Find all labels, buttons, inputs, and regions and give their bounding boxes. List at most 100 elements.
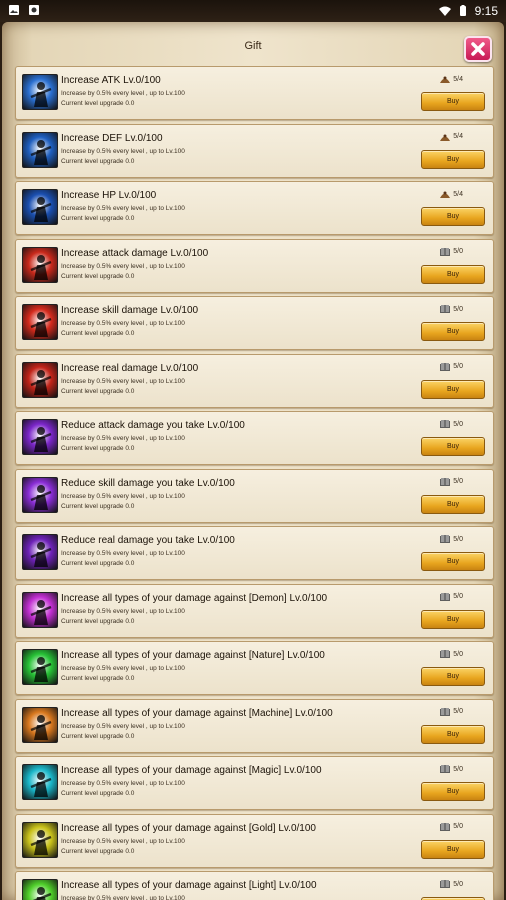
item-title: Increase all types of your damage agains… (61, 822, 316, 834)
item-title: Increase HP Lv.0/100 (61, 190, 157, 201)
item-title: Increase all types of your damage agains… (61, 707, 333, 719)
item-cost: 5/4 (439, 189, 463, 199)
buy-button[interactable]: Buy (421, 552, 485, 571)
book-icon (439, 879, 451, 889)
list-item: Reduce skill damage you take Lv.0/100 Inc… (15, 468, 494, 523)
list-item: Increase DEF Lv.0/100 Increase by 0.5% ev… (15, 123, 494, 178)
item-description: Increase by 0.5% every level , up to Lv.… (61, 722, 185, 730)
buy-button[interactable]: Buy (421, 494, 485, 514)
list-item: Increase all types of your damage agains… (15, 813, 494, 868)
buy-button[interactable]: Buy (421, 437, 485, 456)
item-cost: 5/0 (439, 534, 463, 544)
list-item: Increase real damage Lv.0/100 Increase by… (15, 353, 494, 408)
item-description: Increase by 0.5% every level , up to Lv.… (61, 205, 185, 212)
item-upgrade-text: Current level upgrade 0.0 (61, 272, 135, 280)
item-description: Increase by 0.5% every level , up to Lv.… (61, 147, 185, 155)
buy-button[interactable]: Buy (421, 379, 485, 399)
item-cost-value: 5/0 (453, 363, 463, 370)
buy-button[interactable]: Buy (421, 609, 485, 629)
item-cost-value: 5/4 (453, 190, 463, 198)
item-description: Increase by 0.5% every level , up to Lv.… (61, 665, 185, 672)
item-title: Increase real damage Lv.0/100 (61, 362, 199, 374)
demon-warrior-icon (22, 591, 58, 628)
list-item: Reduce real damage you take Lv.0/100 Incr… (15, 526, 494, 580)
item-title: Increase all types of your damage agains… (61, 650, 325, 661)
reduce-real-icon (22, 534, 58, 570)
item-title: Increase ATK Lv.0/100 (61, 75, 161, 86)
item-description: Increase by 0.5% every level , up to Lv.… (61, 895, 185, 900)
item-upgrade-text: Current level upgrade 0.0 (61, 330, 135, 337)
buy-button[interactable]: Buy (421, 92, 485, 111)
book-icon (439, 649, 451, 659)
sand-pile-icon (439, 189, 451, 199)
item-cost-value: 5/0 (453, 420, 463, 428)
magic-warrior-icon (22, 764, 58, 800)
item-title: Reduce skill damage you take Lv.0/100 (61, 477, 235, 489)
item-cost: 5/0 (439, 362, 463, 372)
item-cost-value: 5/4 (453, 133, 463, 140)
item-upgrade-text: Current level upgrade 0.0 (61, 617, 135, 625)
nature-warrior-icon (22, 649, 58, 685)
gold-warrior-icon (22, 821, 58, 858)
item-description: Increase by 0.5% every level , up to Lv.… (61, 550, 185, 557)
item-upgrade-text: Current level upgrade 0.0 (61, 387, 135, 395)
item-upgrade-text: Current level upgrade 0.0 (61, 502, 135, 510)
list-item: Increase all types of your damage agains… (15, 871, 494, 900)
wifi-icon (438, 5, 451, 17)
item-cost-value: 5/4 (453, 75, 463, 83)
book-icon (439, 707, 451, 717)
item-description: Increase by 0.5% every level , up to Lv.… (61, 492, 185, 500)
item-title: Increase DEF Lv.0/100 (61, 132, 163, 144)
sand-pile-icon (439, 74, 451, 84)
item-cost: 5/0 (439, 477, 463, 487)
item-cost-value: 5/0 (453, 593, 463, 600)
buy-button[interactable]: Buy (421, 724, 485, 744)
item-cost: 5/0 (439, 879, 463, 889)
real-damage-icon (22, 361, 58, 398)
list-item: Increase skill damage Lv.0/100 Increase b… (15, 296, 494, 350)
item-cost-value: 5/0 (453, 305, 463, 313)
sand-pile-icon (439, 132, 451, 142)
item-description: Increase by 0.5% every level , up to Lv.… (61, 320, 185, 327)
item-cost: 5/0 (439, 649, 463, 659)
item-cost: 5/0 (439, 304, 463, 314)
item-title: Reduce attack damage you take Lv.0/100 (61, 420, 245, 431)
atk-sword-icon (22, 74, 58, 110)
close-icon (471, 42, 485, 56)
item-cost-value: 5/0 (453, 823, 463, 830)
buy-button[interactable]: Buy (421, 264, 485, 284)
status-bar: 9:15 (0, 0, 506, 22)
item-cost-value: 5/0 (453, 880, 463, 888)
item-upgrade-text: Current level upgrade 0.0 (61, 445, 135, 452)
item-title: Increase all types of your damage agains… (61, 880, 317, 891)
item-description: Increase by 0.5% every level , up to Lv.… (61, 90, 185, 97)
buy-button[interactable]: Buy (421, 782, 485, 801)
item-description: Increase by 0.5% every level , up to Lv.… (61, 435, 185, 442)
buy-button[interactable]: Buy (421, 149, 485, 169)
list-item: Increase all types of your damage agains… (15, 698, 494, 753)
close-button[interactable] (464, 36, 492, 62)
item-cost-value: 5/0 (453, 248, 463, 255)
item-description: Increase by 0.5% every level , up to Lv.… (61, 607, 185, 615)
item-cost: 5/0 (439, 592, 463, 602)
book-icon (439, 764, 451, 774)
item-cost-value: 5/0 (453, 708, 463, 715)
machine-warrior-icon (22, 706, 58, 743)
item-title: Increase all types of your damage agains… (61, 592, 328, 604)
list-item: Increase all types of your damage agains… (15, 756, 494, 810)
buy-button[interactable]: Buy (421, 667, 485, 686)
list-item: Increase attack damage Lv.0/100 Increase … (15, 238, 494, 293)
image-icon (8, 4, 20, 16)
book-icon (439, 419, 451, 429)
item-upgrade-text: Current level upgrade 0.0 (61, 560, 135, 567)
book-icon (439, 247, 451, 257)
buy-button[interactable]: Buy (421, 322, 485, 341)
item-upgrade-text: Current level upgrade 0.0 (61, 847, 135, 855)
attack-damage-icon (22, 246, 58, 283)
skill-damage-icon (22, 304, 58, 340)
item-upgrade-text: Current level upgrade 0.0 (61, 215, 135, 222)
list-item: Increase ATK Lv.0/100 Increase by 0.5% ev… (15, 66, 494, 120)
item-cost: 5/4 (439, 74, 463, 84)
buy-button[interactable]: Buy (421, 207, 485, 226)
buy-button[interactable]: Buy (421, 839, 485, 859)
